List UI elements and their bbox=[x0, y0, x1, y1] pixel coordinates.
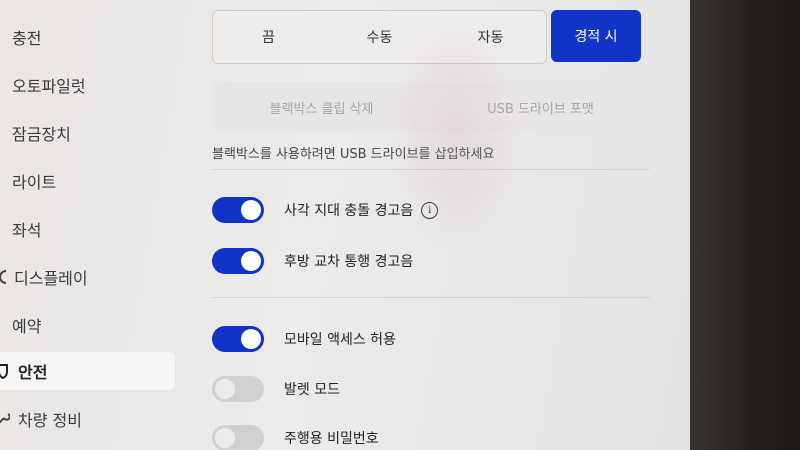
sidebar-item-service[interactable]: 차량 정비 bbox=[0, 400, 175, 438]
toggle-row-blind-spot: 사각 지대 충돌 경고음 i bbox=[212, 195, 439, 225]
sidebar-item-lights[interactable]: 라이트 bbox=[0, 162, 175, 200]
toggle-row-valet-mode: 발렛 모드 bbox=[212, 374, 340, 404]
format-usb-button[interactable]: USB 드라이브 포맷 bbox=[431, 98, 650, 117]
divider bbox=[212, 297, 650, 298]
sidebar-item-label: 라이트 bbox=[12, 173, 57, 192]
sidebar-item-label: 좌석 bbox=[12, 221, 42, 240]
toggle-label: 발렛 모드 bbox=[284, 382, 340, 398]
sidebar-item-label: 안전 bbox=[18, 363, 48, 382]
sidebar-item-label: 오토파일럿 bbox=[12, 77, 86, 96]
toggle-row-cross-traffic: 후방 교차 통행 경고음 bbox=[212, 246, 413, 276]
screen-bezel bbox=[690, 0, 800, 450]
toggle-label: 모바일 액세스 허용 bbox=[284, 332, 396, 348]
toggle-knob bbox=[215, 379, 235, 399]
dashcam-option-manual[interactable]: 수동 bbox=[324, 27, 435, 47]
sidebar-item-autopilot[interactable]: 오토파일럿 bbox=[0, 66, 175, 104]
delete-clips-button[interactable]: 블랙박스 클립 삭제 bbox=[212, 98, 431, 117]
toggle-label: 후방 교차 통행 경고음 bbox=[284, 254, 414, 270]
info-icon[interactable]: i bbox=[421, 201, 439, 219]
touchscreen: 충전 오토파일럿 잠금장치 라이트 좌석 디스플레이 예약 안전 차량 정비 끔… bbox=[0, 0, 690, 450]
usb-hint-text: 블랙박스를 사용하려면 USB 드라이브를 삽입하세요 bbox=[212, 147, 495, 162]
dashcam-mode-selector: 끔 수동 자동 bbox=[212, 10, 547, 64]
cross-traffic-chime-toggle[interactable] bbox=[212, 248, 264, 274]
toggle-label: 주행용 비밀번호 bbox=[284, 431, 379, 447]
wrench-icon bbox=[0, 412, 12, 426]
valet-mode-toggle[interactable] bbox=[212, 376, 264, 402]
sidebar-item-label: 충전 bbox=[12, 29, 42, 48]
sidebar-item-schedule[interactable]: 예약 bbox=[0, 306, 175, 344]
shield-icon bbox=[0, 363, 12, 379]
sidebar-item-label: 잠금장치 bbox=[12, 125, 71, 144]
dashcam-actions: 블랙박스 클립 삭제 USB 드라이브 포맷 bbox=[212, 82, 650, 132]
blind-spot-chime-toggle[interactable] bbox=[212, 197, 264, 223]
sidebar-item-label: 예약 bbox=[12, 317, 42, 336]
mobile-access-toggle[interactable] bbox=[212, 326, 264, 352]
toggle-label: 사각 지대 충돌 경고음 bbox=[284, 203, 414, 219]
sidebar-item-label: 디스플레이 bbox=[14, 269, 88, 288]
toggle-row-mobile-access: 모바일 액세스 허용 bbox=[212, 324, 396, 354]
sidebar-item-locks[interactable]: 잠금장치 bbox=[0, 114, 175, 152]
dashcam-option-on-honk[interactable]: 경적 시 bbox=[551, 10, 641, 62]
dashcam-option-off[interactable]: 끔 bbox=[213, 27, 324, 47]
toggle-knob bbox=[241, 200, 261, 220]
toggle-knob bbox=[241, 251, 261, 271]
display-icon bbox=[0, 270, 12, 284]
toggle-row-pin-to-drive: 주행용 비밀번호 bbox=[212, 423, 379, 450]
dashcam-option-auto[interactable]: 자동 bbox=[435, 27, 546, 47]
pin-to-drive-toggle[interactable] bbox=[212, 425, 264, 450]
sidebar-item-charging[interactable]: 충전 bbox=[0, 18, 175, 56]
toggle-knob bbox=[241, 329, 261, 349]
divider bbox=[212, 169, 650, 170]
sidebar-item-safety[interactable]: 안전 bbox=[0, 352, 175, 390]
sidebar: 충전 오토파일럿 잠금장치 라이트 좌석 디스플레이 예약 안전 차량 정비 bbox=[0, 0, 185, 450]
sidebar-item-label: 차량 정비 bbox=[18, 411, 82, 430]
sidebar-item-seats[interactable]: 좌석 bbox=[0, 210, 175, 248]
toggle-knob bbox=[215, 428, 235, 448]
sidebar-item-display[interactable]: 디스플레이 bbox=[0, 258, 175, 296]
